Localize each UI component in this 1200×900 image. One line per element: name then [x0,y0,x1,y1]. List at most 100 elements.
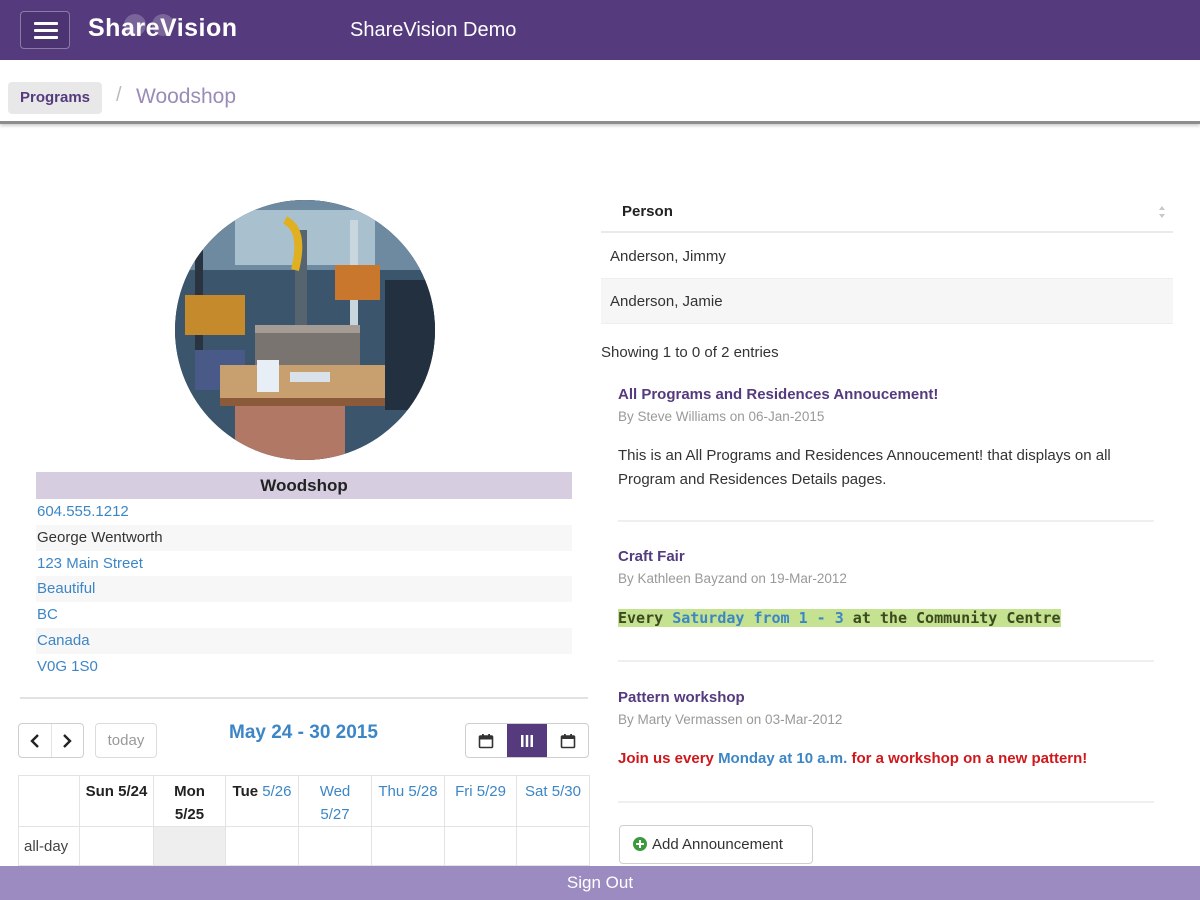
add-announcement-label: Add Announcement [652,836,783,853]
chevron-right-icon [63,733,73,748]
day-view-button[interactable] [547,724,588,757]
phone-link[interactable]: 604.555.1212 [36,499,572,525]
calendar-week-grid: Sun 5/24 Mon 5/25 Tue 5/26 Wed 5/27 Thu 5/… [18,775,590,866]
announcement-item: All Programs and Residences Annoucement!… [618,386,1154,492]
day-header-mon[interactable]: Mon 5/25 [153,775,226,827]
announcement-divider [618,801,1154,803]
allday-cell-thu[interactable] [371,826,445,866]
program-details-list: 604.555.1212 George Wentworth 123 Main S… [36,499,572,680]
menu-icon-bar [34,36,58,39]
menu-icon-bar [34,29,58,32]
breadcrumb-separator: / [116,84,122,106]
day-number: 5/27 [320,806,350,823]
plus-circle-icon [633,837,647,851]
table-row[interactable]: Anderson, Jimmy [601,234,1173,279]
day-name: Sun [85,783,114,800]
menu-icon-bar [34,22,58,25]
week-columns-icon [521,734,533,747]
announcement-meta: By Steve Williams on 06-Jan-2015 [618,409,825,424]
announcement-body: This is an All Programs and Residences A… [618,447,1111,488]
month-view-button[interactable] [466,724,507,757]
day-name: Thu [378,783,405,800]
chevron-left-icon [30,733,39,748]
postal-code-link[interactable]: V0G 1S0 [36,654,572,680]
person-column-label: Person [622,203,673,220]
announcement-emphasis: Saturday from 1 - 3 [672,609,844,627]
day-name: Mon [174,783,205,800]
allday-label: all-day [18,826,80,866]
allday-cell-mon[interactable] [153,826,226,866]
allday-cell-sun[interactable] [79,826,154,866]
announcement-text: Join us every [618,750,719,767]
announcement-emphasis: Monday at 10 a.m. [718,750,848,767]
week-view-button[interactable] [506,724,548,757]
allday-cell-sat[interactable] [516,826,590,866]
announcement-title[interactable]: Craft Fair [618,548,1154,565]
calendar-today-button[interactable]: today [95,723,157,758]
calendar-view-switcher [465,723,589,758]
day-name: Fri [455,783,473,800]
country-link[interactable]: Canada [36,627,572,654]
day-number: 5/24 [118,783,148,800]
announcement-item: Craft Fair By Kathleen Bayzand on 19-Mar… [618,548,1154,631]
day-number: 5/29 [476,783,506,800]
day-header-tue[interactable]: Tue 5/26 [225,775,299,827]
day-header-thu[interactable]: Thu 5/28 [371,775,445,827]
day-number: 5/28 [408,783,438,800]
person-column-header[interactable]: Person [601,192,1173,233]
announcement-body: Every Saturday from 1 - 3 at the Communi… [618,606,1154,631]
day-header-wed[interactable]: Wed 5/27 [298,775,372,827]
day-number: 5/26 [262,783,292,800]
highlighted-text: Every Saturday from 1 - 3 at the Communi… [618,609,1061,627]
province-link[interactable]: BC [36,602,572,628]
table-entries-info: Showing 1 to 0 of 2 entries [601,344,779,361]
calendar-prev-button[interactable] [19,724,51,757]
day-name: Sat [525,783,548,800]
allday-cell-wed[interactable] [298,826,372,866]
top-navbar: ShareVision ShareVision Demo [0,0,1200,60]
allday-cell-fri[interactable] [444,826,517,866]
table-row[interactable]: Anderson, Jamie [601,279,1173,324]
breadcrumb: Programs / Woodshop [0,60,1200,124]
contact-name: George Wentworth [36,524,572,551]
section-divider [20,697,588,699]
day-name: Tue [232,783,259,800]
brand-logo[interactable]: ShareVision [88,14,238,43]
calendar-corner-cell [18,775,80,827]
program-name-header: Woodshop [36,472,572,499]
announcement-meta: By Kathleen Bayzand on 19-Mar-2012 [618,571,847,586]
allday-cell-tue[interactable] [225,826,299,866]
announcement-title[interactable]: All Programs and Residences Annoucement! [618,386,1154,403]
announcement-item: Pattern workshop By Marty Vermassen on 0… [618,689,1154,771]
day-number: 5/25 [174,806,205,823]
calendar-date-range: May 24 - 30 2015 [229,722,378,743]
sort-icon [1159,206,1165,218]
street-address-link[interactable]: 123 Main Street [36,551,572,577]
announcement-divider [618,660,1154,662]
day-header-sun[interactable]: Sun 5/24 [79,775,154,827]
announcement-text: Every [618,609,673,627]
program-photo [175,200,435,460]
day-number: 5/30 [551,783,581,800]
breadcrumb-current: Woodshop [136,85,237,108]
day-name: Wed [319,783,351,800]
city-link[interactable]: Beautiful [36,576,572,603]
breadcrumb-programs-link[interactable]: Programs [8,82,103,114]
announcement-text: for a workshop on a new pattern! [847,750,1088,767]
sign-out-button[interactable]: Sign Out [0,866,1200,900]
calendar-day-icon [560,733,575,748]
hamburger-menu-button[interactable] [20,11,70,49]
day-header-sat[interactable]: Sat 5/30 [516,775,590,827]
calendar-nav-group [18,723,84,758]
announcement-body: Join us every Monday at 10 a.m. for a wo… [618,747,1154,771]
announcement-divider [618,520,1154,522]
announcement-text: at the Community Centre [843,609,1061,627]
add-announcement-button[interactable]: Add Announcement [619,825,813,864]
calendar-month-icon [479,733,494,748]
announcement-meta: By Marty Vermassen on 03-Mar-2012 [618,712,843,727]
app-title: ShareVision Demo [350,19,517,41]
announcement-title[interactable]: Pattern workshop [618,689,1154,706]
day-header-fri[interactable]: Fri 5/29 [444,775,517,827]
calendar-next-button[interactable] [50,724,83,757]
woodshop-photo-image [175,200,435,460]
